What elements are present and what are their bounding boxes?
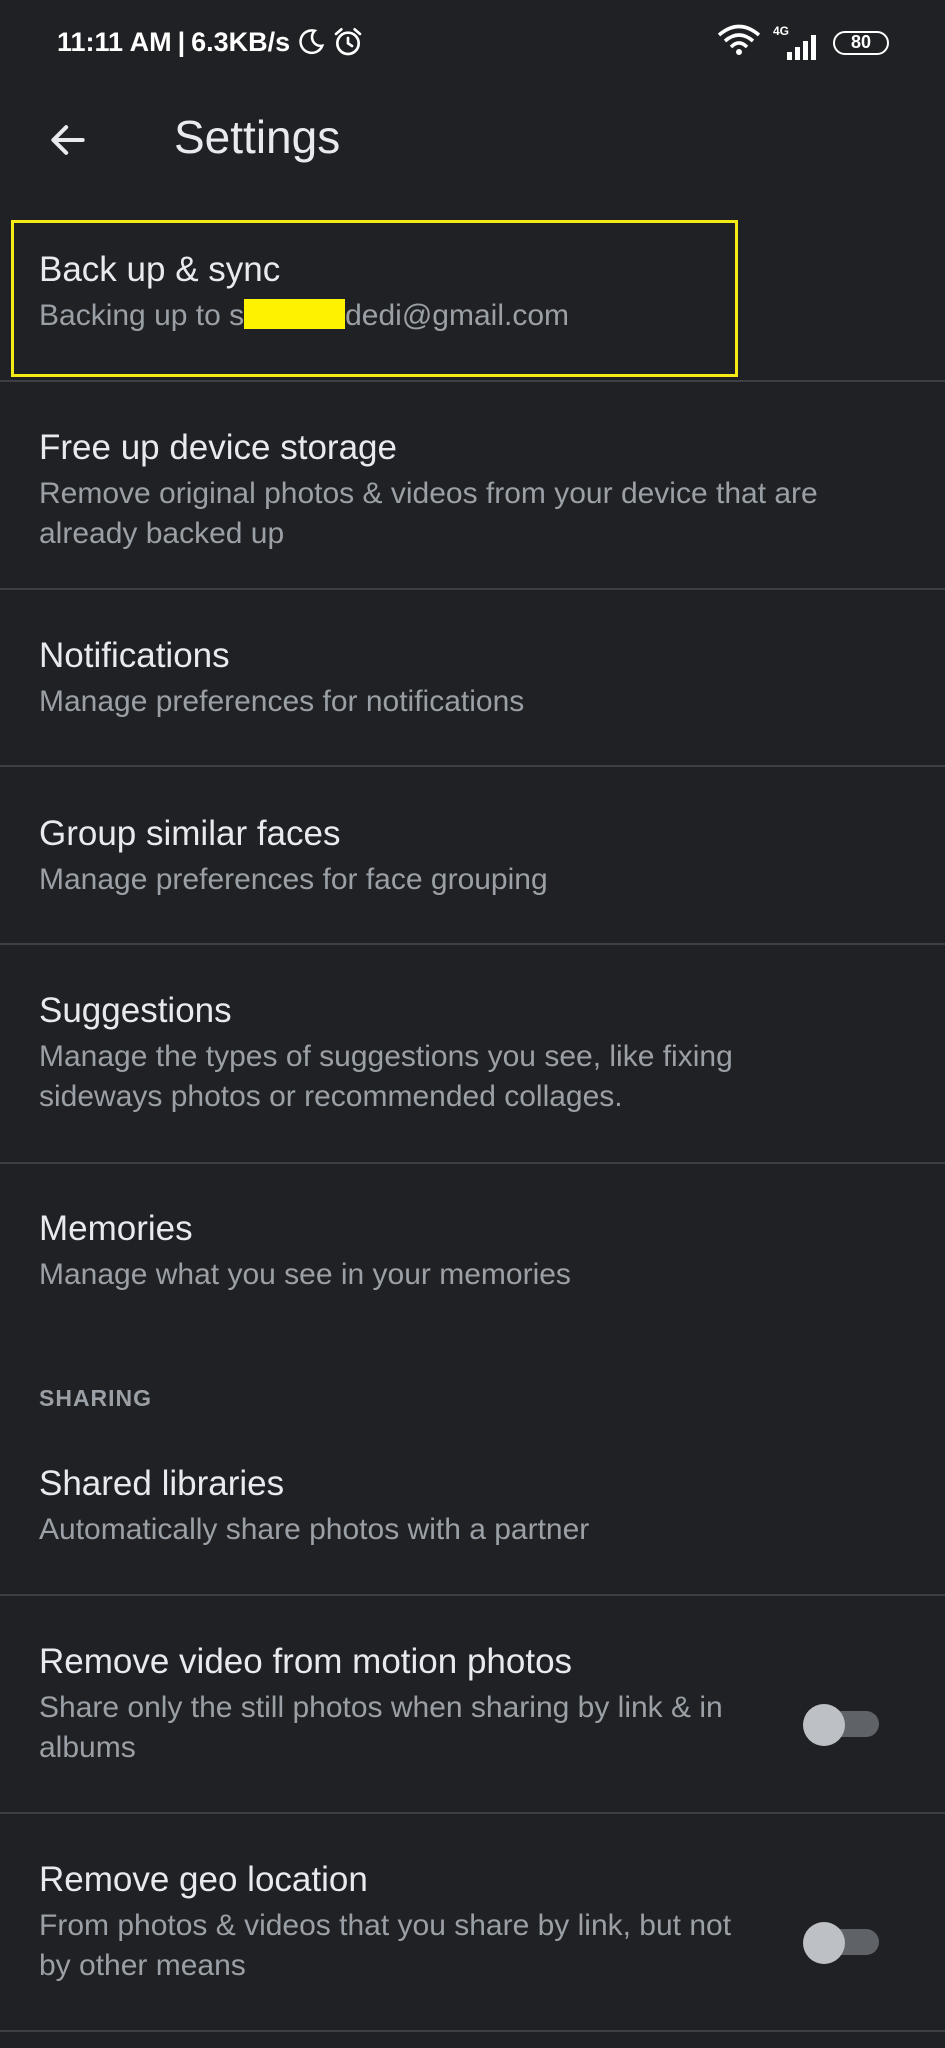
setting-subtitle: Manage preferences for face grouping: [39, 863, 548, 896]
back-button[interactable]: [36, 110, 100, 174]
setting-notifications[interactable]: Notifications Manage preferences for not…: [0, 590, 945, 765]
page-title: Settings: [174, 111, 341, 163]
setting-shared-libraries[interactable]: Shared libraries Automatically share pho…: [0, 1420, 945, 1594]
setting-title: Notifications: [39, 636, 230, 675]
setting-remove-motion-video[interactable]: Remove video from motion photos Share on…: [0, 1596, 945, 1812]
wifi-icon: [717, 24, 761, 61]
setting-suggestions[interactable]: Suggestions Manage the types of suggesti…: [0, 945, 945, 1162]
setting-subtitle: Remove original photos & videos from you…: [39, 477, 818, 550]
moon-icon: [296, 27, 326, 57]
setting-subtitle: From photos & videos that you share by l…: [39, 1909, 732, 1982]
battery-level: 80: [850, 32, 872, 52]
setting-subtitle: Backing up to s dedi@gmail.com: [39, 296, 859, 336]
setting-title: Back up & sync: [39, 250, 281, 289]
geo-location-toggle[interactable]: [803, 1922, 879, 1964]
backup-account-suffix: dedi@gmail.com: [345, 299, 569, 332]
signal-icon: 4G: [773, 24, 821, 60]
status-bar: 11:11 AM | 6.3KB/s 4G 80: [0, 0, 945, 90]
status-speed: 6.3KB/s: [191, 26, 291, 57]
setting-subtitle: Manage preferences for notifications: [39, 685, 525, 718]
setting-subtitle: Automatically share photos with a partne…: [39, 1513, 590, 1546]
motion-video-toggle[interactable]: [803, 1704, 879, 1746]
setting-free-up-storage[interactable]: Free up device storage Remove original p…: [0, 382, 945, 588]
toggle-thumb: [803, 1704, 845, 1746]
battery-icon: 80: [833, 30, 889, 55]
status-right: 4G 80: [717, 24, 889, 61]
setting-backup-sync[interactable]: Back up & sync Backing up to s dedi@gmail…: [0, 222, 945, 380]
status-separator: |: [177, 26, 186, 57]
setting-subtitle: Manage the types of suggestions you see,…: [39, 1040, 733, 1113]
setting-subtitle: Manage what you see in your memories: [39, 1258, 571, 1291]
redaction-box: [244, 299, 346, 329]
setting-subtitle: Share only the still photos when sharing…: [39, 1691, 723, 1764]
alarm-icon: [332, 26, 364, 58]
setting-title: Suggestions: [39, 991, 232, 1030]
setting-title: Group similar faces: [39, 814, 341, 853]
setting-title: Free up device storage: [39, 428, 397, 467]
status-time: 11:11 AM: [57, 26, 172, 57]
app-bar: Settings: [0, 90, 945, 205]
setting-title: Shared libraries: [39, 1464, 285, 1503]
backup-account-prefix: Backing up to s: [39, 299, 245, 332]
setting-group-faces[interactable]: Group similar faces Manage preferences f…: [0, 767, 945, 943]
setting-title: Remove geo location: [39, 1860, 368, 1899]
section-header-sharing: SHARING: [39, 1385, 153, 1411]
setting-remove-geo-location[interactable]: Remove geo location From photos & videos…: [0, 1814, 945, 2030]
toggle-thumb: [803, 1922, 845, 1964]
setting-memories[interactable]: Memories Manage what you see in your mem…: [0, 1164, 945, 1330]
divider: [0, 2030, 945, 2032]
setting-title: Remove video from motion photos: [39, 1642, 573, 1681]
arrow-back-icon: [46, 118, 90, 167]
status-left: 11:11 AM | 6.3KB/s: [57, 26, 364, 58]
setting-title: Memories: [39, 1209, 193, 1248]
